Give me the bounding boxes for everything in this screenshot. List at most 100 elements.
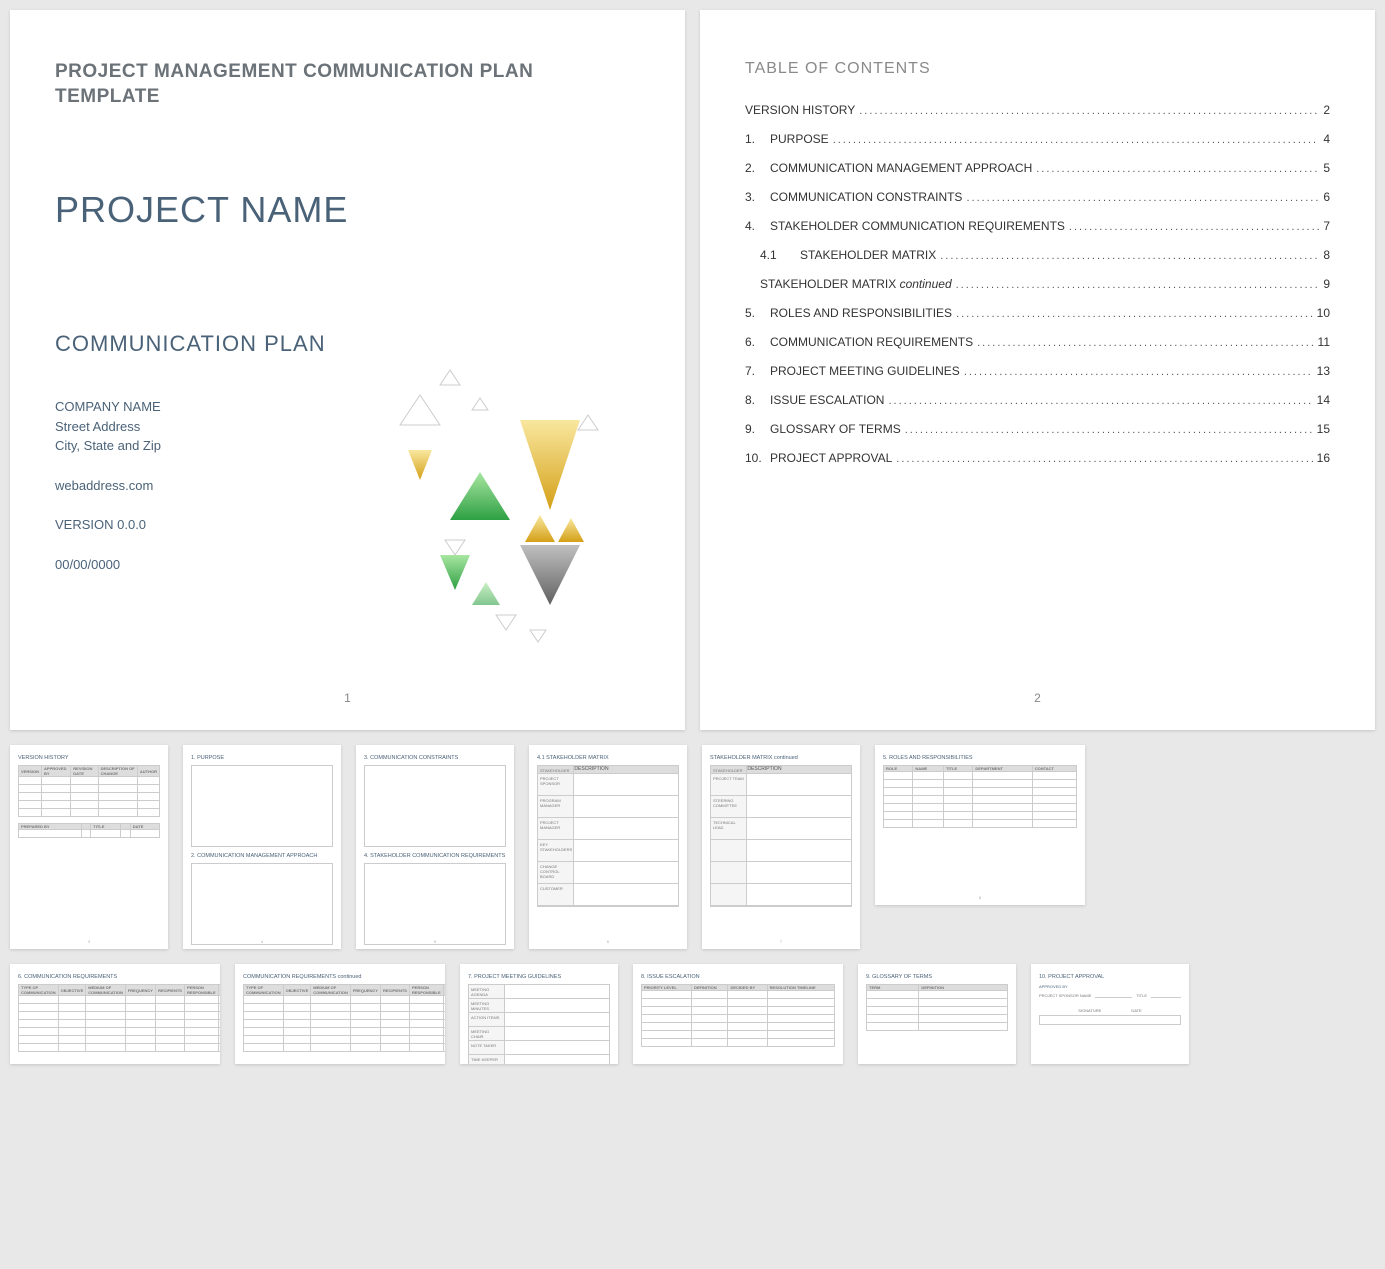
toc-number: 9. [745, 422, 770, 436]
page-thumbnail[interactable]: 7. PROJECT MEETING GUIDELINESMEETING AGE… [460, 964, 618, 1064]
thumb-table: PRIORITY LEVELDEFINITIONDECIDED BYRESOLU… [641, 984, 835, 1047]
toc-page: 5 [1323, 161, 1330, 175]
thumb-box [191, 765, 333, 847]
thumb-title: COMMUNICATION REQUIREMENTS continued [243, 974, 437, 980]
thumb-split-table: STAKEHOLDERPROJECT TEAMSTEERING COMMITTE… [710, 765, 852, 907]
toc-label: COMMUNICATION MANAGEMENT APPROACH [770, 161, 1032, 175]
toc-list: VERSION HISTORY21.PURPOSE42.COMMUNICATIO… [745, 103, 1330, 465]
thumb-table: ROLENAMETITLEDEPARTMENTCONTACT [883, 765, 1077, 828]
toc-number: 4.1 [760, 248, 800, 262]
toc-page: 10 [1317, 306, 1330, 320]
toc-label: ISSUE ESCALATION [770, 393, 884, 407]
toc-entry[interactable]: 9.GLOSSARY OF TERMS 15 [745, 422, 1330, 436]
page-thumbnail[interactable]: 5. ROLES AND RESPONSIBILITIES ROLENAMETIT… [875, 745, 1085, 905]
thumb-title: 3. COMMUNICATION CONSTRAINTS [364, 755, 506, 761]
toc-dots [905, 424, 1313, 436]
thumb-split-table: STAKEHOLDERPROJECT SPONSORPROGRAM MANAGE… [537, 765, 679, 907]
toc-page: 6 [1323, 190, 1330, 204]
thumb-title: 5. ROLES AND RESPONSIBILITIES [883, 755, 1077, 761]
toc-entry[interactable]: 7.PROJECT MEETING GUIDELINES13 [745, 364, 1330, 378]
thumb-title: 8. ISSUE ESCALATION [641, 974, 835, 980]
toc-dots [956, 279, 1320, 291]
toc-label: COMMUNICATION CONSTRAINTS [770, 190, 962, 204]
thumb-title: VERSION HISTORY [18, 755, 160, 761]
toc-dots [956, 308, 1313, 320]
thumb-page-number: 3 [88, 939, 90, 944]
thumb-page-number: 5 [434, 939, 436, 944]
toc-dots [1036, 163, 1319, 175]
toc-page: 2 [1323, 103, 1330, 117]
toc-number: 8. [745, 393, 770, 407]
toc-entry[interactable]: 5.ROLES AND RESPONSIBILITIES10 [745, 306, 1330, 320]
thumb-box [364, 863, 506, 945]
thumb-table: TYPE OF COMMUNICATIONOBJECTIVEMEDIUM OF … [18, 984, 220, 1052]
toc-dots [888, 395, 1312, 407]
toc-label: ROLES AND RESPONSIBILITIES [770, 306, 952, 320]
thumb-page-number: 7 [780, 939, 782, 944]
toc-dots [977, 337, 1313, 349]
toc-label: GLOSSARY OF TERMS [770, 422, 901, 436]
page-thumbnail[interactable]: 4.1 STAKEHOLDER MATRIX STAKEHOLDERPROJECT… [529, 745, 687, 949]
toc-entry[interactable]: 3.COMMUNICATION CONSTRAINTS 6 [745, 190, 1330, 204]
toc-page: 14 [1317, 393, 1330, 407]
thumb-fields: PROJECT SPONSOR NAMETITLE [1039, 993, 1181, 998]
thumb-table: TYPE OF COMMUNICATIONOBJECTIVEMEDIUM OF … [243, 984, 445, 1052]
thumb-fields-2: SIGNATUREDATE [1039, 1008, 1181, 1013]
toc-dots [859, 105, 1319, 117]
page-number-2: 2 [1034, 691, 1041, 705]
toc-page: 9 [1323, 277, 1330, 291]
page-2: TABLE OF CONTENTS VERSION HISTORY2 1.PURP… [700, 10, 1375, 730]
toc-number: 3. [745, 190, 770, 204]
toc-entry[interactable]: VERSION HISTORY2 [745, 103, 1330, 117]
toc-page: 11 [1318, 335, 1330, 349]
toc-page: 7 [1323, 219, 1330, 233]
toc-entry[interactable]: 6.COMMUNICATION REQUIREMENTS11 [745, 335, 1330, 349]
toc-entry[interactable]: STAKEHOLDER MATRIX continued 9 [745, 277, 1330, 291]
toc-page: 15 [1317, 422, 1330, 436]
page-thumbnail[interactable]: 8. ISSUE ESCALATION PRIORITY LEVELDEFINIT… [633, 964, 843, 1064]
toc-page: 16 [1317, 451, 1330, 465]
page-thumbnail[interactable]: STAKEHOLDER MATRIX continuedSTAKEHOLDERP… [702, 745, 860, 949]
thumb-title-2: 2. COMMUNICATION MANAGEMENT APPROACH [191, 853, 333, 859]
toc-label: STAKEHOLDER MATRIX [800, 248, 936, 262]
toc-label: PROJECT MEETING GUIDELINES [770, 364, 960, 378]
toc-entry[interactable]: 4.1STAKEHOLDER MATRIX8 [745, 248, 1330, 262]
thumb-table: TERMDEFINITION [866, 984, 1008, 1031]
page-thumbnail[interactable]: 9. GLOSSARY OF TERMSTERMDEFINITION [858, 964, 1016, 1064]
toc-entry[interactable]: 2.COMMUNICATION MANAGEMENT APPROACH 5 [745, 161, 1330, 175]
thumb-title: 6. COMMUNICATION REQUIREMENTS [18, 974, 212, 980]
toc-number: 2. [745, 161, 770, 175]
toc-heading: TABLE OF CONTENTS [745, 60, 1330, 78]
project-name-heading: PROJECT NAME [55, 189, 640, 231]
toc-label: PROJECT APPROVAL [770, 451, 892, 465]
toc-number: 1. [745, 132, 770, 146]
page-thumbnail[interactable]: 6. COMMUNICATION REQUIREMENTS TYPE OF COM… [10, 964, 220, 1064]
toc-entry[interactable]: 1.PURPOSE4 [745, 132, 1330, 146]
toc-dots [940, 250, 1319, 262]
thumb-page-number: 6 [607, 939, 609, 944]
page-thumbnail[interactable]: COMMUNICATION REQUIREMENTS continued TYPE… [235, 964, 445, 1064]
toc-entry[interactable]: 10.PROJECT APPROVAL 16 [745, 451, 1330, 465]
toc-dots [896, 453, 1312, 465]
toc-page: 13 [1317, 364, 1330, 378]
toc-label: STAKEHOLDER MATRIX continued [760, 277, 952, 291]
thumb-table: VERSIONAPPROVED BYREVISION DATEDESCRIPTI… [18, 765, 160, 817]
page-thumbnail[interactable]: 10. PROJECT APPROVALAPPROVED BYPROJECT S… [1031, 964, 1189, 1064]
toc-number: 10. [745, 451, 770, 465]
thumb-title: 1. PURPOSE [191, 755, 333, 761]
page-thumbnail[interactable]: VERSION HISTORY VERSIONAPPROVED BYREVISIO… [10, 745, 168, 949]
toc-label: COMMUNICATION REQUIREMENTS [770, 335, 973, 349]
thumb-title: 4.1 STAKEHOLDER MATRIX [537, 755, 679, 761]
thumb-sub: APPROVED BY [1039, 984, 1181, 989]
toc-entry[interactable]: 8.ISSUE ESCALATION 14 [745, 393, 1330, 407]
toc-entry[interactable]: 4.STAKEHOLDER COMMUNICATION REQUIREMENTS… [745, 219, 1330, 233]
thumb-title-2: 4. STAKEHOLDER COMMUNICATION REQUIREMENT… [364, 853, 506, 859]
toc-page: 4 [1323, 132, 1330, 146]
thumb-split-table: MEETING AGENDAMEETING MINUTESACTION ITEM… [468, 984, 610, 1064]
thumb-sigbox [1039, 1015, 1181, 1025]
page-thumbnail[interactable]: 1. PURPOSE 2. COMMUNICATION MANAGEMENT AP… [183, 745, 341, 949]
toc-dots [1069, 221, 1319, 233]
toc-dots [964, 366, 1313, 378]
page-number-1: 1 [344, 691, 351, 705]
page-thumbnail[interactable]: 3. COMMUNICATION CONSTRAINTS 4. STAKEHOLD… [356, 745, 514, 949]
